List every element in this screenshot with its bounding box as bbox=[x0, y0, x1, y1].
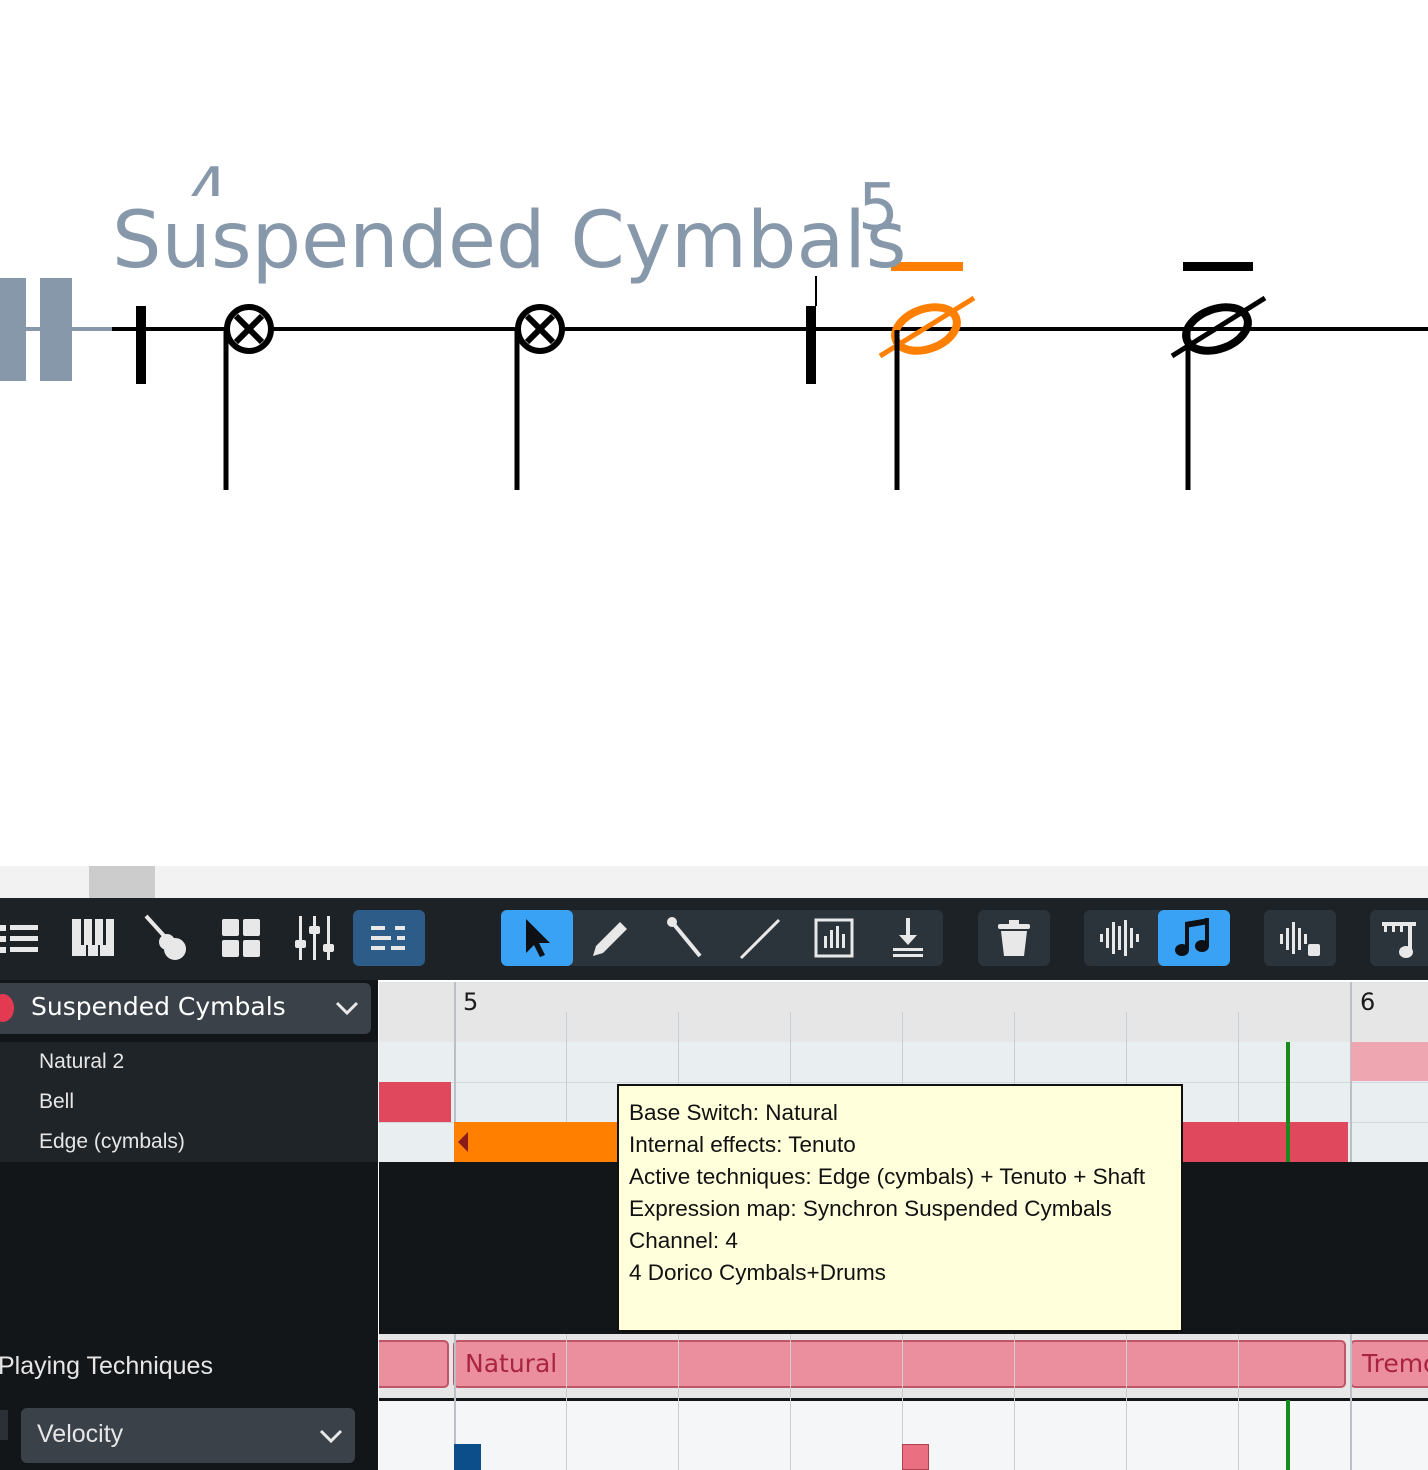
score-view[interactable]: 4 Suspended Cymbals 5 bbox=[0, 0, 1428, 866]
download-icon[interactable] bbox=[885, 910, 931, 966]
beat-line bbox=[1014, 1334, 1015, 1470]
beat-line bbox=[790, 1334, 791, 1470]
lane-label-natural-2[interactable]: Natural 2 bbox=[39, 1050, 124, 1074]
ruler-bar-5: 5 bbox=[463, 988, 479, 1016]
note-edge[interactable] bbox=[1183, 1122, 1348, 1162]
horizontal-scrollbar[interactable] bbox=[0, 866, 1428, 898]
lane-divider bbox=[379, 1398, 1428, 1401]
tenuto-mark bbox=[1183, 262, 1253, 271]
scrollbar-thumb[interactable] bbox=[89, 866, 155, 898]
velocity-bar[interactable] bbox=[454, 1444, 481, 1470]
bar-number: 5 bbox=[858, 171, 899, 245]
tooltip-line: 4 Dorico Cymbals+Drums bbox=[629, 1260, 886, 1285]
tooltip-line: Active techniques: Edge (cymbals) + Tenu… bbox=[629, 1164, 1146, 1189]
piano-keys-icon[interactable] bbox=[70, 916, 116, 960]
note-edge-selected[interactable] bbox=[454, 1122, 618, 1162]
beat-line bbox=[566, 1334, 567, 1470]
trash-icon bbox=[998, 920, 1030, 956]
locked-waveform-button[interactable] bbox=[1264, 910, 1336, 966]
delete-button[interactable] bbox=[978, 910, 1050, 966]
draw-box-icon[interactable] bbox=[810, 910, 858, 966]
key-editor-button[interactable] bbox=[353, 910, 425, 966]
ruler-note-button[interactable] bbox=[1370, 910, 1428, 966]
instrument-label: Suspended Cymbals bbox=[112, 196, 907, 286]
waveform-lock-icon bbox=[1280, 922, 1320, 956]
playhead bbox=[1286, 1042, 1290, 1162]
timeline-ruler[interactable] bbox=[379, 982, 1428, 1042]
note-info-tooltip: Base Switch: Natural Internal effects: T… bbox=[617, 1084, 1183, 1332]
select-arrow-icon bbox=[526, 919, 550, 957]
mallet-icon[interactable] bbox=[662, 910, 708, 966]
playhead bbox=[1286, 1400, 1290, 1470]
note-selected-edge bbox=[878, 262, 976, 490]
tooltip-line: Expression map: Synchron Suspended Cymba… bbox=[629, 1196, 1112, 1221]
pencil-icon[interactable] bbox=[587, 910, 633, 966]
note-circled-x bbox=[223, 304, 274, 490]
note-circled-x bbox=[514, 304, 565, 490]
lane-label-bell[interactable]: Bell bbox=[39, 1090, 74, 1114]
tooltip-line: Base Switch: Natural bbox=[629, 1100, 838, 1125]
playing-techniques-label: Playing Techniques bbox=[0, 1352, 213, 1380]
line-icon[interactable] bbox=[737, 910, 783, 966]
note-start-marker-icon bbox=[458, 1132, 468, 1152]
barline bbox=[806, 306, 816, 384]
beat-line bbox=[1126, 1334, 1127, 1470]
chevron-down-icon[interactable] bbox=[318, 1426, 344, 1446]
tooltip-line: Channel: 4 bbox=[629, 1228, 738, 1253]
note-bell[interactable] bbox=[379, 1082, 451, 1122]
grid-icon[interactable] bbox=[220, 916, 262, 960]
tooltip-line: Internal effects: Tenuto bbox=[629, 1132, 856, 1157]
pt-block-tremolo[interactable]: Tremolo bbox=[1350, 1340, 1428, 1388]
chevron-down-icon[interactable] bbox=[334, 998, 360, 1018]
mixer-icon[interactable] bbox=[294, 914, 336, 962]
notation-view-button[interactable] bbox=[1158, 910, 1230, 966]
velocity-bar[interactable] bbox=[902, 1444, 929, 1470]
note-edge bbox=[1170, 262, 1267, 490]
select-tool-button[interactable] bbox=[501, 910, 573, 966]
grid-row-line bbox=[379, 1082, 1428, 1083]
ruler-note-icon bbox=[1382, 922, 1416, 958]
pt-block-label: Natural bbox=[465, 1349, 558, 1378]
lane-handle[interactable] bbox=[0, 1410, 8, 1440]
note-natural-2[interactable] bbox=[1351, 1042, 1428, 1081]
staff-svg bbox=[0, 262, 1428, 490]
lane-label-edge[interactable]: Edge (cymbals) bbox=[39, 1130, 185, 1154]
guitar-icon[interactable] bbox=[142, 912, 192, 962]
ruler-bar-6: 6 bbox=[1360, 988, 1376, 1016]
music-note-icon bbox=[1175, 918, 1209, 956]
percussion-clef-icon bbox=[0, 278, 26, 381]
bar-number-prev: 4 bbox=[188, 160, 229, 196]
track-name: Suspended Cymbals bbox=[31, 992, 286, 1021]
barline bbox=[136, 306, 146, 384]
pt-block-label: Tremolo bbox=[1362, 1349, 1428, 1378]
list-icon[interactable] bbox=[0, 916, 40, 960]
velocity-label: Velocity bbox=[37, 1420, 124, 1448]
pt-block-prev[interactable] bbox=[379, 1340, 449, 1388]
waveform-icon[interactable] bbox=[1096, 910, 1144, 966]
bar-line bbox=[1350, 1334, 1352, 1470]
key-editor-icon bbox=[371, 926, 405, 950]
beat-line bbox=[678, 1334, 679, 1470]
pt-block-natural[interactable]: Natural bbox=[453, 1340, 1346, 1388]
beat-line bbox=[1238, 1334, 1239, 1470]
